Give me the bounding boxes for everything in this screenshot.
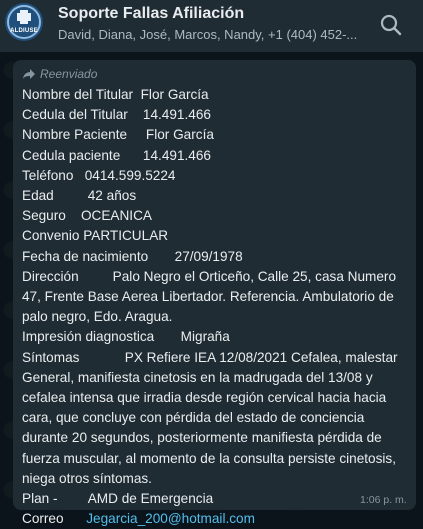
message-line: Seguro OCEANICA [22, 206, 411, 226]
chat-title[interactable]: Soporte Fallas Afiliación [58, 5, 244, 23]
avatar-cross-horizontal [17, 13, 31, 21]
message-line: Correo Jegarcia_200@hotmail.com [22, 509, 411, 529]
message-line: Plan - AMD de Emergencia [22, 489, 411, 509]
line-value: 14.491.466 [142, 107, 211, 123]
line-label: Correo [22, 511, 64, 527]
message-line: Teléfono 0414.599.5224 [22, 166, 411, 186]
message-line: Impresión diagnostica Migraña [22, 327, 411, 347]
group-avatar[interactable]: ALDIUSE [5, 3, 43, 41]
message-line: Fecha de nacimiento 27/09/1978 [22, 247, 411, 267]
line-label: Nombre del Titular [22, 87, 134, 102]
line-label: Fecha de nacimiento [22, 248, 149, 264]
line-label: Seguro [22, 208, 66, 224]
line-value: 14.491.466 [142, 147, 211, 163]
message-line: Dirección Palo Negro el Orticeño, Calle … [22, 267, 411, 328]
line-value: OCEANICA [80, 208, 152, 224]
message-timestamp: 1:06 p. m. [360, 494, 407, 506]
line-value: 42 años [87, 188, 137, 204]
line-value: AMD de Emergencia [87, 491, 214, 507]
message-line: Cedula del Titular 14.491.466 [22, 105, 411, 125]
line-label: Dirección [22, 268, 79, 284]
line-value: Flor García [140, 87, 209, 102]
forward-arrow-icon [23, 69, 35, 79]
email-link[interactable]: Jegarcia_200@hotmail.com [86, 511, 255, 526]
line-value: 27/09/1978 [174, 248, 243, 264]
line-label: Teléfono [22, 167, 74, 183]
forwarded-label: Reenviado [40, 67, 98, 81]
line-label: Edad [22, 188, 54, 204]
message-line: Síntomas PX Refiere IEA 12/08/2021 Cefal… [22, 348, 411, 489]
chat-header[interactable]: ALDIUSE Soporte Fallas Afiliación David,… [0, 0, 423, 52]
message-text: Nombre del Titular Flor García Cedula de… [22, 85, 411, 529]
line-label: Convenio [22, 228, 80, 244]
message-line: Cedula paciente 14.491.466 [22, 146, 411, 166]
search-button[interactable] [376, 10, 406, 40]
message-line: Edad 42 años [22, 186, 411, 206]
forwarded-indicator: Reenviado [22, 66, 97, 82]
line-label: Nombre Paciente [22, 127, 128, 143]
line-value: Flor García [145, 127, 214, 143]
line-label: Cedula paciente [22, 147, 121, 163]
line-value: 0414.599.5224 [84, 167, 176, 183]
line-value: Palo Negro el Orticeño, Calle 25, casa N… [22, 268, 397, 325]
line-value: Migraña [180, 329, 230, 345]
line-label: Síntomas [22, 349, 80, 365]
message-line: Nombre Paciente Flor García [22, 125, 411, 145]
avatar-logo-text: ALDIUSE [10, 28, 38, 34]
line-value: PX Refiere IEA 12/08/2021 Cefalea, males… [22, 349, 398, 486]
message-line: Convenio PARTICULAR [22, 226, 411, 246]
chat-members[interactable]: David, Diana, José, Marcos, Nandy, +1 (4… [58, 27, 358, 42]
line-value: PARTICULAR [83, 228, 169, 244]
line-label: Cedula del Titular [22, 107, 128, 123]
line-label: Impresión diagnostica [22, 329, 155, 345]
search-icon [380, 14, 402, 36]
line-label: Plan - [22, 491, 58, 507]
message-line: Nombre del Titular Flor García [22, 85, 411, 105]
